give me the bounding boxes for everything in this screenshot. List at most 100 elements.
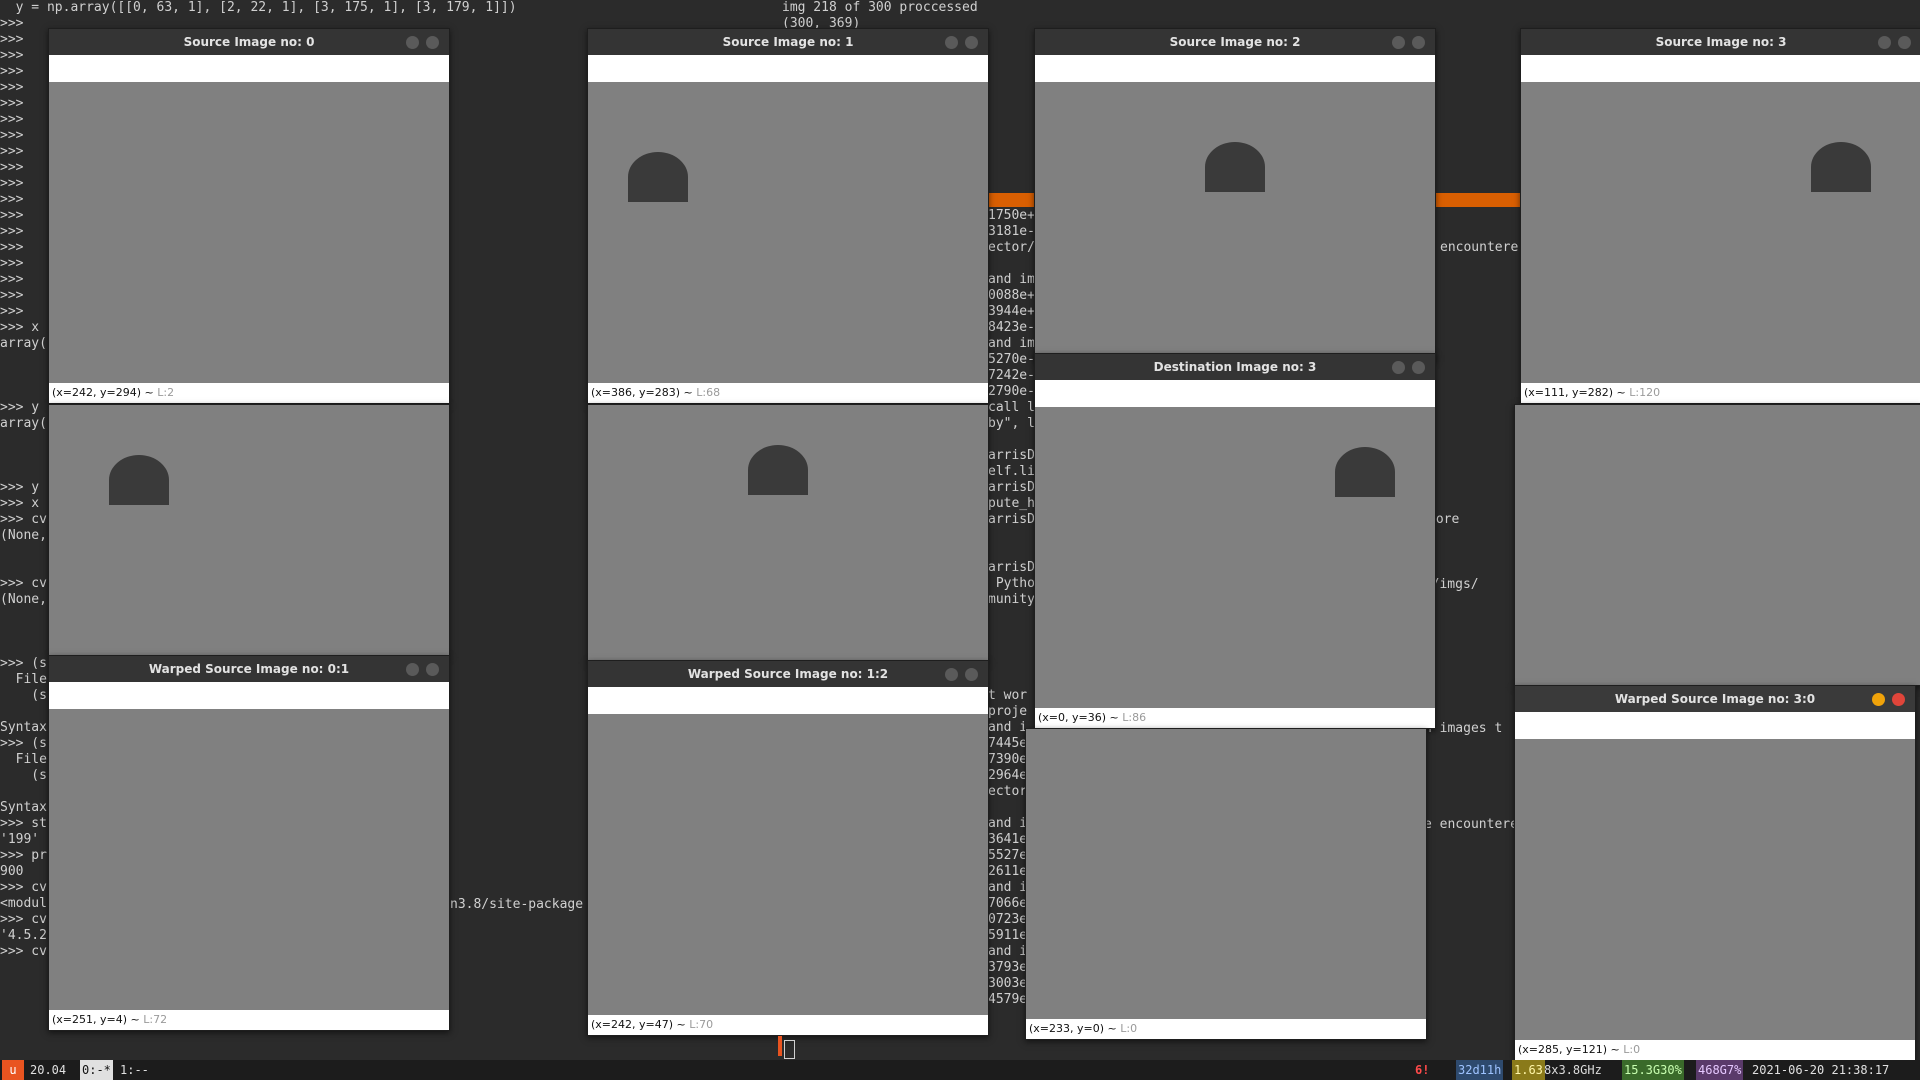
terminal-encountered-1: encountere bbox=[1440, 240, 1519, 255]
window-title[interactable]: Source Image no: 0 bbox=[49, 29, 449, 55]
minimize-button[interactable] bbox=[1872, 693, 1885, 706]
image-panel[interactable] bbox=[1514, 404, 1920, 686]
image-view[interactable] bbox=[1515, 405, 1920, 685]
source-image-1-window[interactable]: Source Image no: 1 (x=386, y=283) ~ L:68 bbox=[587, 28, 989, 404]
window-title[interactable]: Warped Source Image no: 0:1 bbox=[49, 656, 449, 682]
pixel-level: L:86 bbox=[1122, 711, 1147, 724]
minimize-button[interactable] bbox=[1392, 36, 1405, 49]
pixel-coordinates: (x=0, y=36) ~ bbox=[1038, 711, 1119, 724]
image-toolbar bbox=[49, 682, 449, 709]
minimize-button[interactable] bbox=[1392, 361, 1405, 374]
terminal-divider-bar bbox=[1434, 193, 1520, 207]
pixel-level: L:0 bbox=[1623, 1043, 1641, 1056]
image-toolbar bbox=[1515, 712, 1915, 739]
image-toolbar bbox=[1521, 55, 1920, 82]
warped-image-view[interactable] bbox=[588, 714, 988, 1015]
roaster-machine bbox=[1811, 142, 1871, 192]
image-toolbar bbox=[1035, 380, 1435, 407]
warped-source-image-1-2-window[interactable]: Warped Source Image no: 1:2 (x=242, y=47… bbox=[587, 660, 989, 1036]
ubuntu-badge: u bbox=[2, 1060, 24, 1080]
status-bar: (x=111, y=282) ~ L:120 bbox=[1521, 383, 1920, 403]
minimize-button[interactable] bbox=[945, 36, 958, 49]
roaster-machine bbox=[628, 152, 688, 202]
status-bar: (x=386, y=283) ~ L:68 bbox=[588, 383, 988, 403]
close-button[interactable] bbox=[965, 36, 978, 49]
image-toolbar bbox=[588, 687, 988, 714]
status-bar: (x=0, y=36) ~ L:86 bbox=[1035, 708, 1435, 728]
terminal-tab[interactable]: 0:-* bbox=[80, 1060, 113, 1080]
terminal-encountered-2: e encountere bbox=[1424, 817, 1518, 832]
source-image-3-window[interactable]: Source Image no: 3 (x=111, y=282) ~ L:12… bbox=[1520, 28, 1920, 404]
source-image-view[interactable] bbox=[1521, 82, 1920, 383]
os-version: 20.04 bbox=[30, 1063, 67, 1077]
close-button[interactable] bbox=[1412, 36, 1425, 49]
memory-usage: 15.3G30% bbox=[1622, 1060, 1684, 1080]
pane-tab[interactable]: 1:-- bbox=[120, 1060, 149, 1080]
close-button[interactable] bbox=[1898, 36, 1911, 49]
pixel-coordinates: (x=111, y=282) ~ bbox=[1524, 386, 1626, 399]
source-image-2-window[interactable]: Source Image no: 2 bbox=[1034, 28, 1436, 360]
cpu-info: 8x3.8GHz bbox=[1544, 1063, 1602, 1077]
pixel-coordinates: (x=242, y=294) ~ bbox=[52, 386, 154, 399]
window-title[interactable]: Source Image no: 2 bbox=[1035, 29, 1435, 55]
window-title[interactable]: Source Image no: 1 bbox=[588, 29, 988, 55]
window-title[interactable]: Destination Image no: 3 bbox=[1035, 354, 1435, 380]
minimize-button[interactable] bbox=[406, 36, 419, 49]
close-button[interactable] bbox=[1412, 361, 1425, 374]
window-title[interactable]: Warped Source Image no: 3:0 bbox=[1515, 686, 1915, 712]
terminal-divider-bar bbox=[988, 193, 1034, 207]
alert-count: 6! bbox=[1415, 1063, 1430, 1077]
status-bar: (x=251, y=4) ~ L:72 bbox=[49, 1010, 449, 1030]
terminal-line-first: y = np.array([[0, 63, 1], [2, 22, 1], [3… bbox=[0, 0, 517, 15]
terminal-prompts: >>> >>> >>> >>> >>> >>> >>> >>> >>> >>> … bbox=[0, 16, 47, 959]
image-panel[interactable] bbox=[48, 404, 450, 656]
image-toolbar bbox=[49, 55, 449, 82]
warped-source-image-0-1-window[interactable]: Warped Source Image no: 0:1 (x=251, y=4)… bbox=[48, 655, 450, 1031]
close-button[interactable] bbox=[426, 663, 439, 676]
disk-usage: 468G7% bbox=[1696, 1060, 1744, 1080]
window-title[interactable]: Source Image no: 3 bbox=[1521, 29, 1920, 55]
status-bar: (x=242, y=294) ~ L:2 bbox=[49, 383, 449, 403]
pixel-level: L:68 bbox=[696, 386, 721, 399]
minimize-button[interactable] bbox=[1878, 36, 1891, 49]
pixel-coordinates: (x=285, y=121) ~ bbox=[1518, 1043, 1620, 1056]
source-image-view[interactable] bbox=[1035, 82, 1435, 359]
destination-image-view[interactable] bbox=[1035, 407, 1435, 708]
uptime: 32d11h bbox=[1456, 1060, 1504, 1080]
close-button[interactable] bbox=[426, 36, 439, 49]
pixel-level: L:2 bbox=[157, 386, 175, 399]
minimize-button[interactable] bbox=[406, 663, 419, 676]
image-view[interactable] bbox=[588, 405, 988, 661]
status-taskbar: u 20.04 0:-* 1:-- 6! 32d11h 1.63 8x3.8GH… bbox=[0, 1060, 1920, 1080]
warped-image-view[interactable] bbox=[49, 709, 449, 1010]
source-image-view[interactable] bbox=[49, 82, 449, 383]
source-image-view[interactable] bbox=[588, 82, 988, 383]
close-button[interactable] bbox=[965, 668, 978, 681]
source-image-0-window[interactable]: Source Image no: 0 (x=242, y=294) ~ L:2 bbox=[48, 28, 450, 404]
image-panel[interactable] bbox=[587, 404, 989, 662]
pixel-coordinates: (x=242, y=47) ~ bbox=[591, 1018, 686, 1031]
window-title[interactable]: Warped Source Image no: 1:2 bbox=[588, 661, 988, 687]
image-view[interactable] bbox=[49, 405, 449, 655]
clock: 2021-06-20 21:38:17 bbox=[1752, 1063, 1890, 1077]
pixel-coordinates: (x=233, y=0) ~ bbox=[1029, 1022, 1117, 1035]
roaster-machine bbox=[109, 455, 169, 505]
status-bar: (x=233, y=0) ~ L:0 bbox=[1026, 1019, 1426, 1039]
warped-image-view[interactable] bbox=[1515, 739, 1915, 1040]
terminal-progress: img 218 of 300 proccessed bbox=[782, 0, 978, 15]
status-bar: (x=285, y=121) ~ L:0 bbox=[1515, 1040, 1915, 1060]
warped-image-window[interactable]: (x=233, y=0) ~ L:0 bbox=[1025, 728, 1427, 1040]
status-bar: (x=242, y=47) ~ L:70 bbox=[588, 1015, 988, 1035]
destination-image-3-window[interactable]: Destination Image no: 3 (x=0, y=36) ~ L:… bbox=[1034, 353, 1436, 729]
terminal-site-packages: n3.8/site-package bbox=[450, 897, 584, 912]
minimize-button[interactable] bbox=[945, 668, 958, 681]
terminal-cursor-marker bbox=[778, 1036, 782, 1056]
warped-source-image-3-0-window[interactable]: Warped Source Image no: 3:0 (x=285, y=12… bbox=[1514, 685, 1916, 1061]
pixel-coordinates: (x=251, y=4) ~ bbox=[52, 1013, 140, 1026]
close-button[interactable] bbox=[1892, 693, 1905, 706]
warped-image-view[interactable] bbox=[1026, 729, 1426, 1019]
pixel-coordinates: (x=386, y=283) ~ bbox=[591, 386, 693, 399]
pixel-level: L:72 bbox=[143, 1013, 168, 1026]
roaster-machine bbox=[748, 445, 808, 495]
image-toolbar bbox=[1035, 55, 1435, 82]
